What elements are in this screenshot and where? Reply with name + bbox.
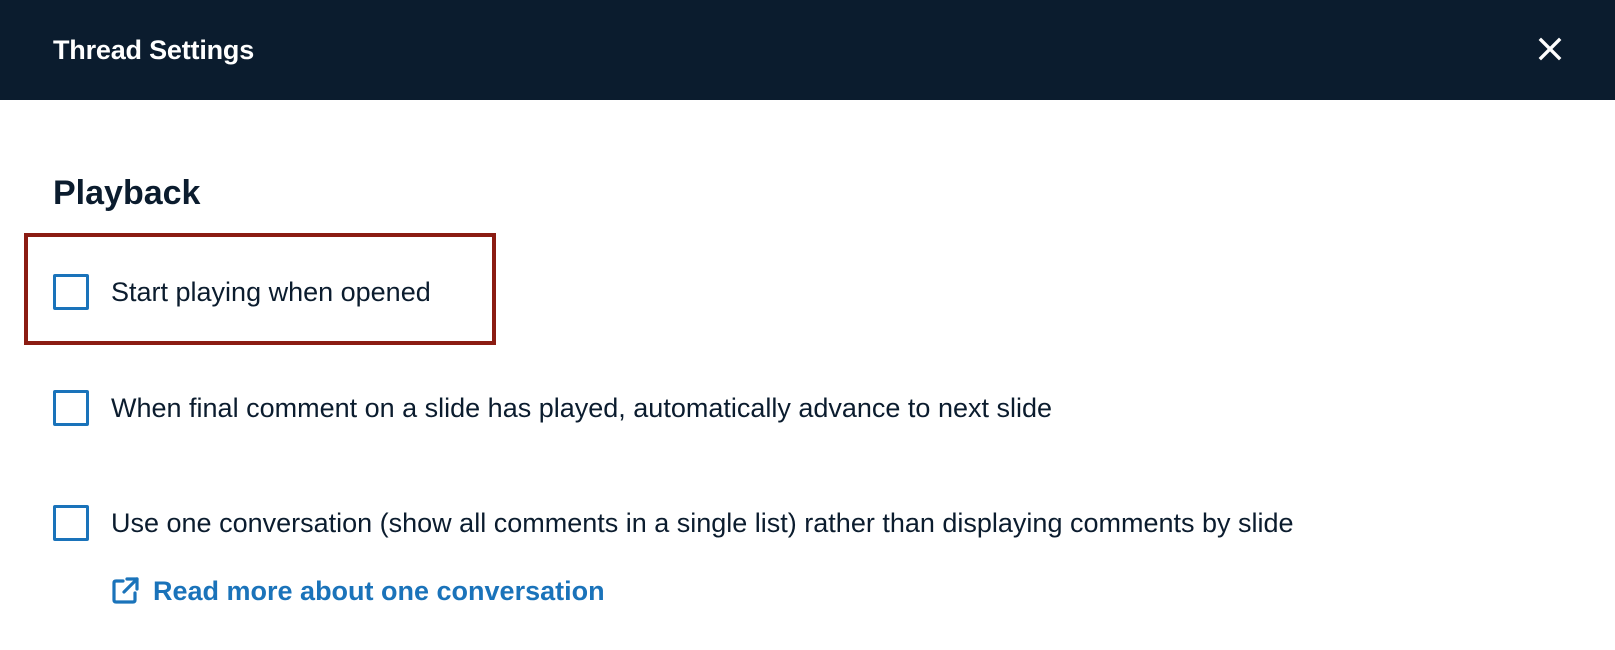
external-link-icon bbox=[110, 576, 140, 606]
option-auto-advance[interactable]: When final comment on a slide has played… bbox=[53, 390, 1052, 426]
auto-advance-checkbox[interactable] bbox=[53, 390, 89, 426]
close-icon bbox=[1538, 37, 1562, 61]
dialog-title: Thread Settings bbox=[53, 35, 255, 65]
read-more-label: Read more about one conversation bbox=[153, 576, 605, 606]
read-more-link[interactable]: Read more about one conversation bbox=[110, 573, 605, 609]
one-conversation-checkbox[interactable] bbox=[53, 505, 89, 541]
start-playing-label: Start playing when opened bbox=[111, 277, 431, 307]
option-start-playing[interactable]: Start playing when opened bbox=[53, 274, 431, 310]
section-title-playback: Playback bbox=[53, 174, 201, 212]
start-playing-checkbox[interactable] bbox=[53, 274, 89, 310]
one-conversation-label: Use one conversation (show all comments … bbox=[111, 508, 1294, 538]
dialog-header: Thread Settings bbox=[0, 0, 1615, 100]
option-one-conversation[interactable]: Use one conversation (show all comments … bbox=[53, 505, 1294, 541]
close-button[interactable] bbox=[1532, 31, 1568, 67]
auto-advance-label: When final comment on a slide has played… bbox=[111, 393, 1053, 423]
thread-settings-dialog: Thread Settings Playback Start playing w… bbox=[0, 0, 1615, 650]
